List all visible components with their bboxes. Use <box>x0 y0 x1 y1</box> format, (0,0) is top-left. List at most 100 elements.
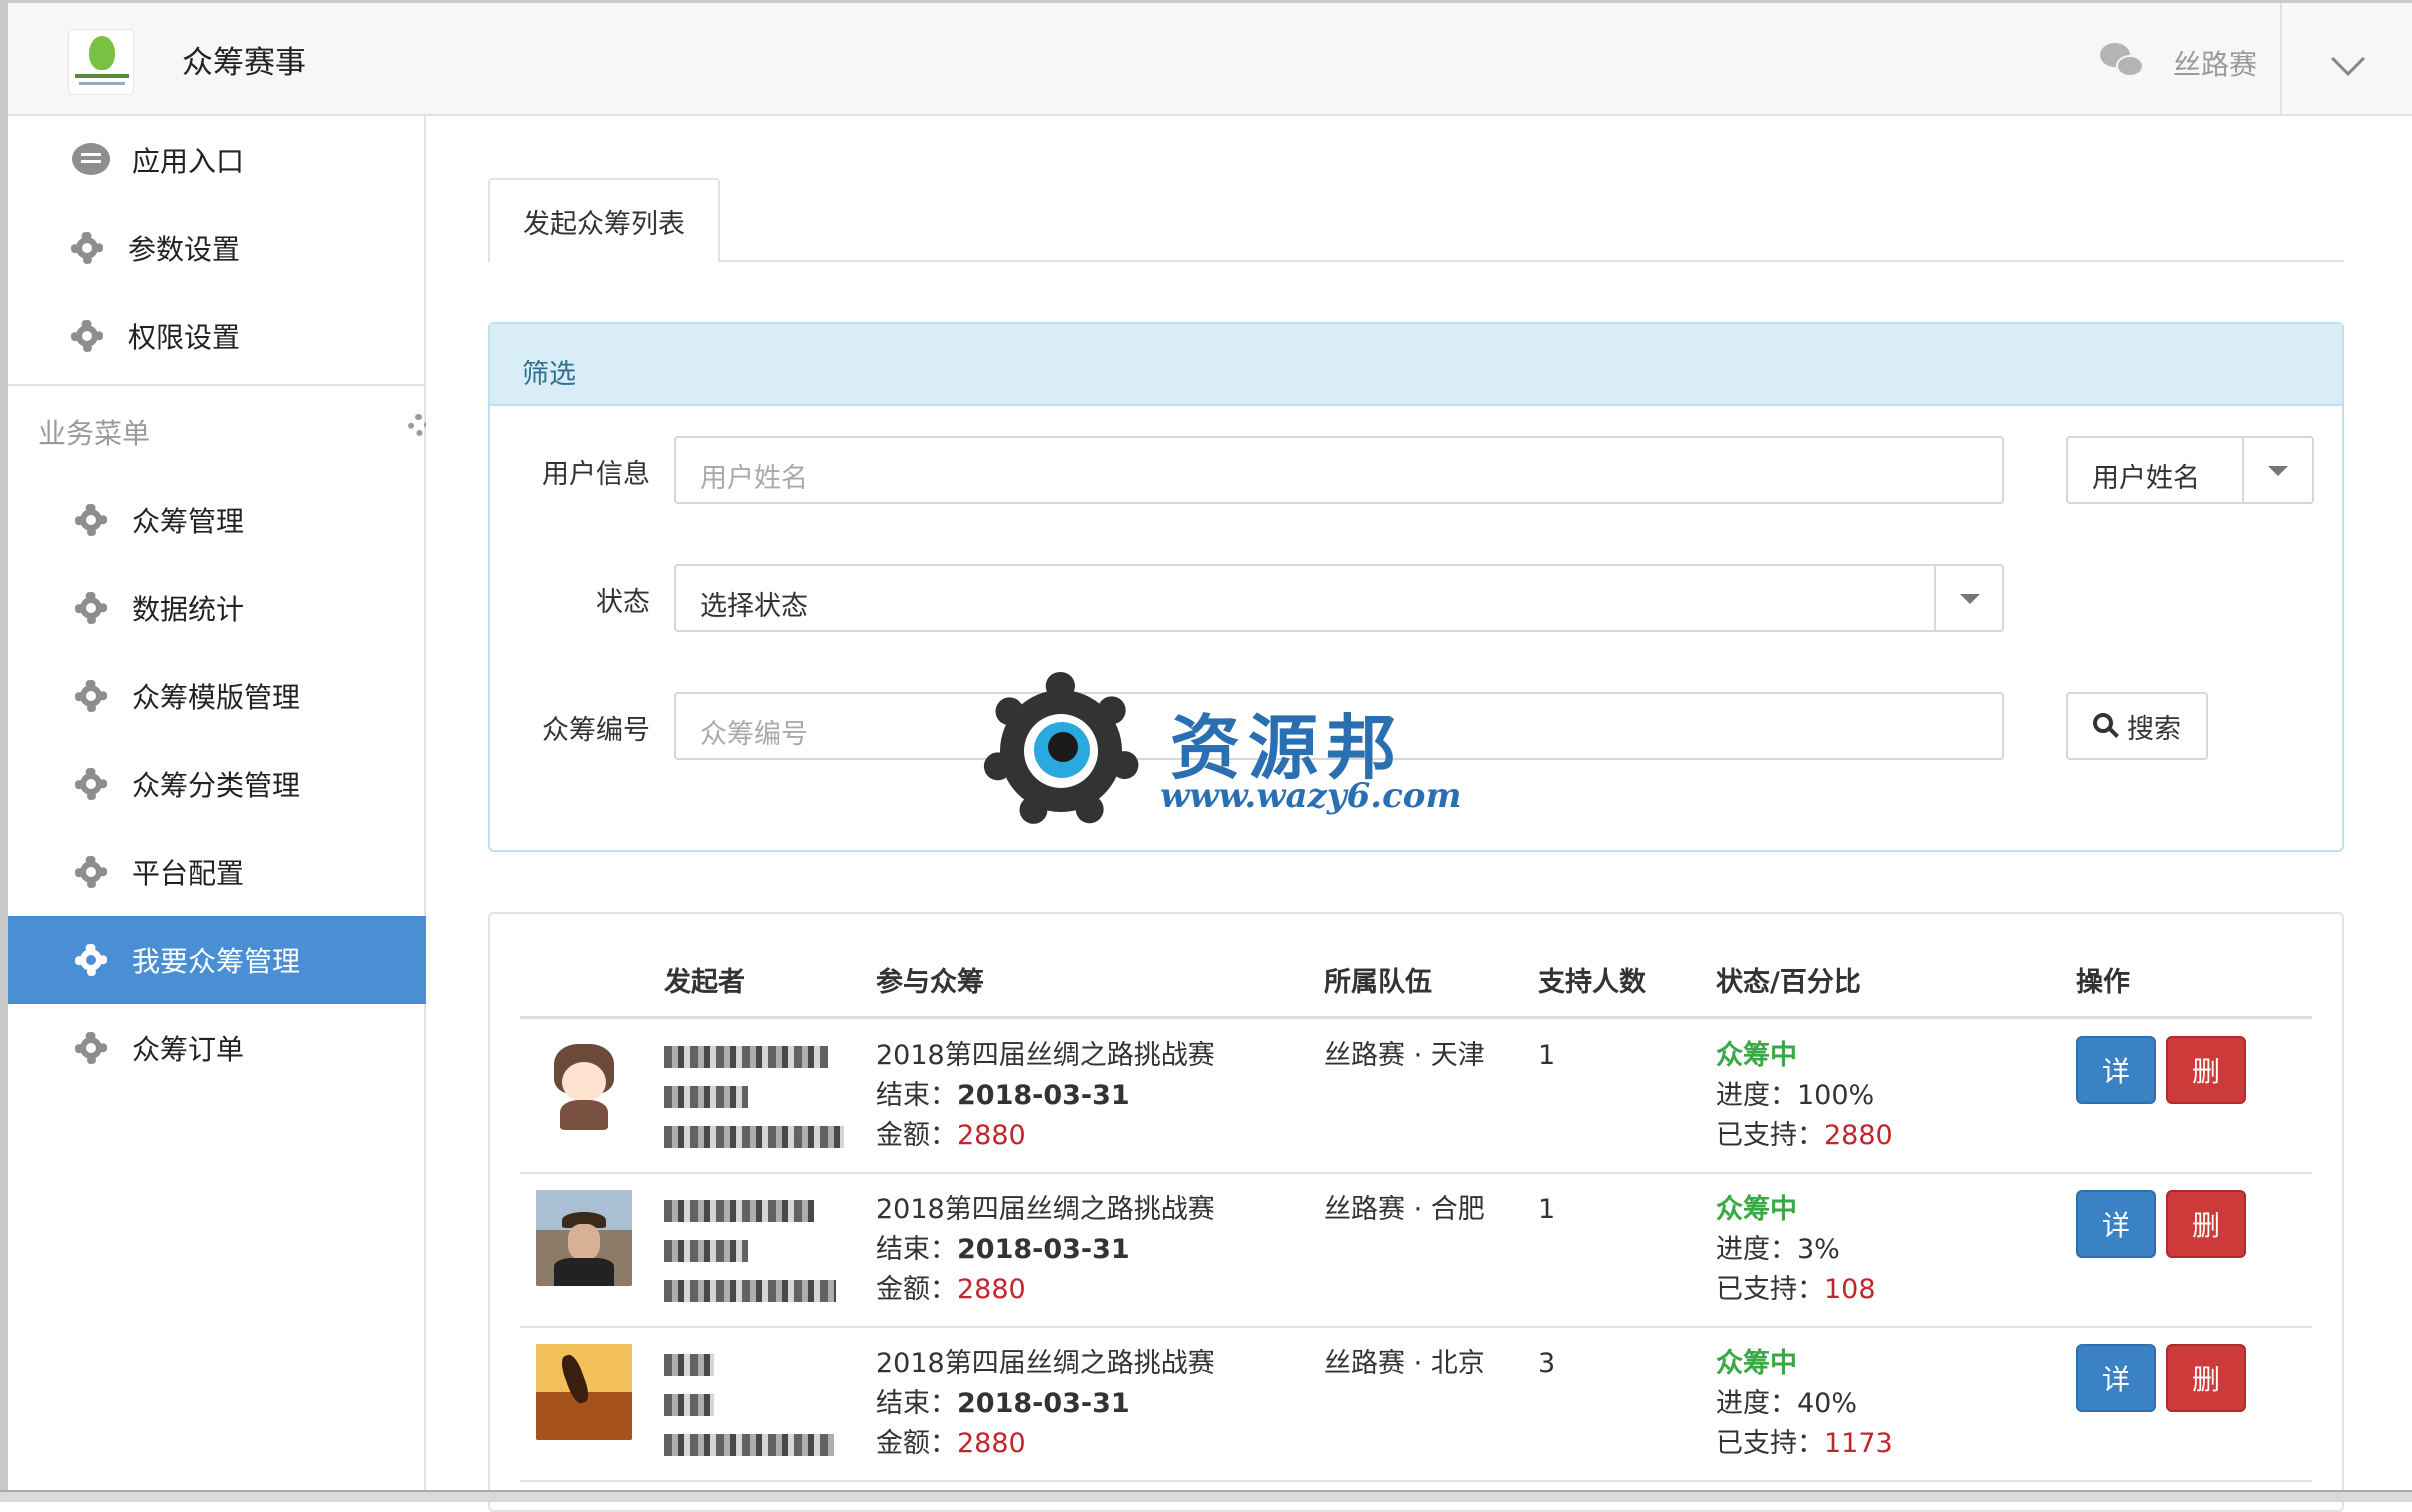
sidebar-item-label: 数据统计 <box>132 593 245 626</box>
status-badge: 众筹中 <box>1716 1348 1797 1379</box>
sidebar-item-platform-config[interactable]: 平台配置 <box>8 828 426 916</box>
detail-button[interactable]: 详 <box>2076 1036 2156 1104</box>
team-name: 丝路赛 · 合肥 <box>1324 1194 1485 1225</box>
select-divider <box>1934 564 1936 632</box>
gear-icon <box>72 677 110 715</box>
col-header-event: 参与众筹 <box>876 967 984 998</box>
row-divider <box>520 1326 2312 1328</box>
wechat-icon <box>2100 41 2146 81</box>
supporter-count: 1 <box>1538 1194 1556 1225</box>
app-logo[interactable] <box>68 29 134 95</box>
sidebar-item-categories[interactable]: 众筹分类管理 <box>8 740 426 828</box>
app-title: 众筹赛事 <box>182 45 306 81</box>
blurred-user-info <box>664 1394 714 1416</box>
sidebar-item-orders[interactable]: 众筹订单 <box>8 1004 426 1092</box>
amount-label: 金额： <box>876 1120 957 1151</box>
chevron-down-icon[interactable] <box>2331 42 2365 76</box>
sidebar-item-params[interactable]: 参数设置 <box>8 204 426 292</box>
search-icon <box>2093 713 2119 739</box>
supporter-count: 3 <box>1538 1348 1556 1379</box>
gear-icon <box>72 1029 110 1067</box>
avatar <box>536 1344 632 1440</box>
filter-title: 筛选 <box>490 324 2342 406</box>
col-header-status: 状态/百分比 <box>1716 967 1861 998</box>
supported-label: 已支持： <box>1716 1120 1824 1151</box>
col-header-supporters: 支持人数 <box>1538 967 1646 998</box>
watermark: 资源邦 www.wazy6.com <box>982 672 1461 832</box>
watermark-url: www.wazy6.com <box>1160 776 1462 816</box>
col-header-initiator: 发起者 <box>664 967 745 998</box>
gear-icon <box>72 941 110 979</box>
user-field-select-value: 用户姓名 <box>2092 463 2200 494</box>
supported-value: 108 <box>1824 1274 1876 1305</box>
delete-button[interactable]: 删 <box>2166 1190 2246 1258</box>
detail-button[interactable]: 详 <box>2076 1190 2156 1258</box>
sidebar-item-templates[interactable]: 众筹模版管理 <box>8 652 426 740</box>
amount-label: 金额： <box>876 1428 957 1459</box>
table-header-line <box>520 1016 2312 1019</box>
blurred-user-info <box>664 1086 748 1108</box>
search-button[interactable]: 搜索 <box>2066 692 2208 760</box>
amount-label: 金额： <box>876 1274 957 1305</box>
progress-value: 40% <box>1797 1388 1858 1419</box>
sidebar-item-my-crowdfund[interactable]: 我要众筹管理 <box>8 916 426 1004</box>
sidebar-item-label: 众筹分类管理 <box>132 769 301 802</box>
sidebar-item-app-entry[interactable]: 应用入口 <box>8 116 426 204</box>
sidebar-item-label: 众筹管理 <box>132 505 245 538</box>
section-gear-icon[interactable] <box>408 414 426 436</box>
sidebar-divider <box>8 384 426 386</box>
blurred-user-info <box>664 1280 836 1302</box>
avatar <box>536 1036 632 1132</box>
status-label: 状态 <box>596 587 650 618</box>
sidebar-item-label: 我要众筹管理 <box>132 945 301 978</box>
amount-value: 2880 <box>957 1428 1026 1459</box>
progress-value: 100% <box>1797 1080 1875 1111</box>
col-header-team: 所属队伍 <box>1324 967 1432 998</box>
progress-value: 3% <box>1797 1234 1840 1265</box>
gear-icon <box>72 589 110 627</box>
blurred-user-info <box>664 1240 748 1262</box>
delete-button[interactable]: 删 <box>2166 1036 2246 1104</box>
sidebar-item-label: 众筹模版管理 <box>132 681 301 714</box>
sidebar-item-permissions[interactable]: 权限设置 <box>8 292 426 380</box>
supported-label: 已支持： <box>1716 1274 1824 1305</box>
row-divider <box>520 1480 2312 1482</box>
gear-icon <box>72 501 110 539</box>
sidebar-item-statistics[interactable]: 数据统计 <box>8 564 426 652</box>
supported-value: 1173 <box>1824 1428 1893 1459</box>
supporter-count: 1 <box>1538 1040 1556 1071</box>
user-name-input[interactable]: 用户姓名 <box>674 436 2004 504</box>
caret-down-icon[interactable] <box>2268 466 2288 476</box>
caret-down-icon[interactable] <box>1960 594 1980 604</box>
sidebar-item-crowdfund-manage[interactable]: 众筹管理 <box>8 476 426 564</box>
status-badge: 众筹中 <box>1716 1040 1797 1071</box>
team-name: 丝路赛 · 天津 <box>1324 1040 1485 1071</box>
delete-button[interactable]: 删 <box>2166 1344 2246 1412</box>
tab-crowdfund-list[interactable]: 发起众筹列表 <box>488 178 720 262</box>
number-label: 众筹编号 <box>542 715 650 746</box>
status-select[interactable]: 选择状态 <box>674 564 2004 632</box>
end-date: 2018-03-31 <box>957 1234 1130 1265</box>
select-divider <box>2242 436 2244 504</box>
gear-icon <box>72 765 110 803</box>
chat-bubble-icon <box>72 141 110 179</box>
detail-button[interactable]: 详 <box>2076 1344 2156 1412</box>
blurred-user-info <box>664 1354 714 1376</box>
team-name: 丝路赛 · 北京 <box>1324 1348 1485 1379</box>
sidebar: 应用入口 参数设置 权限设置 业务菜单 众筹管理 数据统计 众筹模版管理 众筹分… <box>8 116 426 1502</box>
event-name: 2018第四届丝绸之路挑战赛 <box>876 1194 1215 1225</box>
progress-label: 进度： <box>1716 1388 1797 1419</box>
supported-label: 已支持： <box>1716 1428 1824 1459</box>
end-label: 结束： <box>876 1234 957 1265</box>
sidebar-section-title: 业务菜单 <box>38 417 151 450</box>
gear-icon <box>72 853 110 891</box>
window-bottom-edge <box>0 1490 2412 1502</box>
user-info-label: 用户信息 <box>542 459 650 490</box>
event-name: 2018第四届丝绸之路挑战赛 <box>876 1348 1215 1379</box>
tab-bar <box>488 260 2344 262</box>
user-name[interactable]: 丝路赛 <box>2173 43 2257 83</box>
end-label: 结束： <box>876 1080 957 1111</box>
status-badge: 众筹中 <box>1716 1194 1797 1225</box>
gear-icon <box>68 229 106 267</box>
col-header-actions: 操作 <box>2076 967 2130 998</box>
